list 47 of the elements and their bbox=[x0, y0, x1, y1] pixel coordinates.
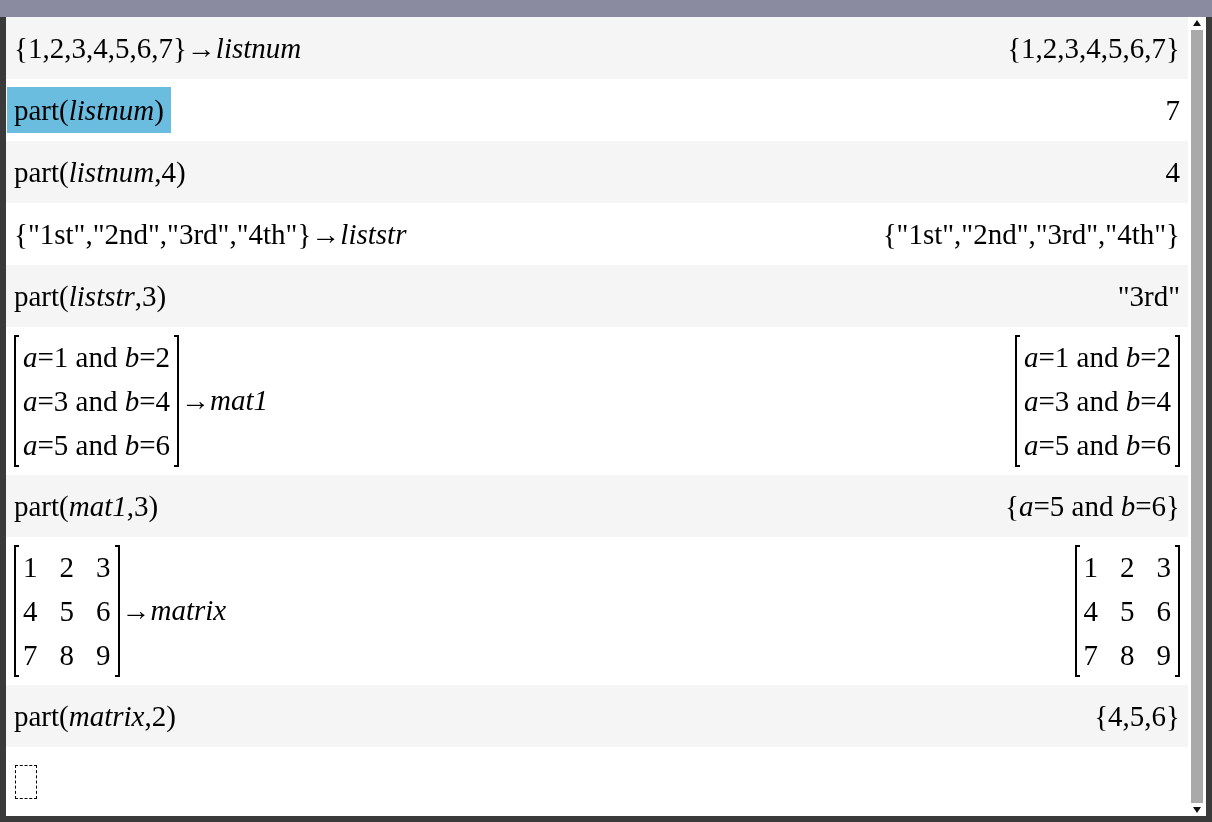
math-input[interactable]: {"1st","2nd","3rd","4th"}→liststr bbox=[7, 211, 414, 257]
math-input[interactable]: part(matrix,2) bbox=[7, 693, 183, 739]
math-input-box[interactable]: 1 2 3 4 5 6 7 8 9 →matrix bbox=[7, 545, 234, 677]
matrix-cell-text: 3 bbox=[1156, 550, 1171, 585]
matrix-cell-text: 7 bbox=[1083, 638, 1098, 673]
matrix-cell-text: 9 bbox=[1156, 638, 1171, 673]
matrix-cell-text: 6 bbox=[1156, 594, 1171, 629]
matrix-cell-text: 8 bbox=[59, 638, 74, 673]
matrix-cell-text: 3 bbox=[96, 550, 111, 585]
math-input[interactable]: part(listnum,4) bbox=[7, 149, 193, 195]
matrix-cell-text: 7 bbox=[23, 638, 38, 673]
math-result[interactable]: 4 bbox=[1158, 149, 1187, 195]
matrix-cell-text: a=5 and b=6 bbox=[1023, 428, 1171, 463]
math-result[interactable]: "3rd" bbox=[1110, 273, 1187, 319]
matrix-cell-text: 2 bbox=[1120, 550, 1135, 585]
matrix-cell-text: a=3 and b=4 bbox=[23, 384, 171, 419]
matrix-cell-text: 2 bbox=[59, 550, 74, 585]
math-result[interactable]: {"1st","2nd","3rd","4th"} bbox=[875, 211, 1187, 257]
math-input[interactable]: {1,2,3,4,5,6,7}→listnum bbox=[7, 25, 309, 71]
scrollbar[interactable] bbox=[1188, 17, 1206, 816]
matrix-cell-text: 1 bbox=[1083, 550, 1098, 585]
matrix-cell-text: 1 bbox=[23, 550, 38, 585]
scroll-thumb[interactable] bbox=[1191, 30, 1203, 803]
assign-text: →mat1 bbox=[180, 383, 269, 419]
matrix-cell-text: 4 bbox=[23, 594, 38, 629]
matrix-cell-text: a=5 and b=6 bbox=[23, 428, 171, 463]
scroll-down-icon[interactable] bbox=[1192, 806, 1202, 814]
matrix-cell-text: a=3 and b=4 bbox=[1023, 384, 1171, 419]
matrix-cell-text: a=1 and b=2 bbox=[23, 340, 171, 375]
math-input-box[interactable]: a=1 and b=2 a=3 and b=4 a=5 and b=6 →mat1 bbox=[7, 335, 276, 467]
math-result[interactable]: {1,2,3,4,5,6,7} bbox=[1000, 25, 1187, 71]
matrix-cell-text: 5 bbox=[59, 594, 74, 629]
math-input[interactable]: part(liststr,3) bbox=[7, 273, 174, 319]
matrix-cell-text: a=1 and b=2 bbox=[1023, 340, 1171, 375]
math-input[interactable]: part(mat1,3) bbox=[7, 483, 166, 529]
math-input[interactable]: part(listnum) bbox=[7, 87, 171, 133]
matrix-cell-text: 9 bbox=[96, 638, 111, 673]
matrix-cell-text: 8 bbox=[1120, 638, 1135, 673]
matrix-cell-text: 5 bbox=[1120, 594, 1135, 629]
math-result[interactable]: {4,5,6} bbox=[1087, 693, 1187, 739]
math-result[interactable]: 7 bbox=[1158, 87, 1187, 133]
matrix-cell-text: 6 bbox=[96, 594, 111, 629]
empty-input-field[interactable] bbox=[15, 764, 37, 799]
matrix-cell-text: 4 bbox=[1083, 594, 1098, 629]
scroll-up-icon[interactable] bbox=[1192, 19, 1202, 27]
assign-text: →matrix bbox=[120, 593, 227, 629]
math-result[interactable]: {a=5 and b=6} bbox=[998, 483, 1187, 529]
